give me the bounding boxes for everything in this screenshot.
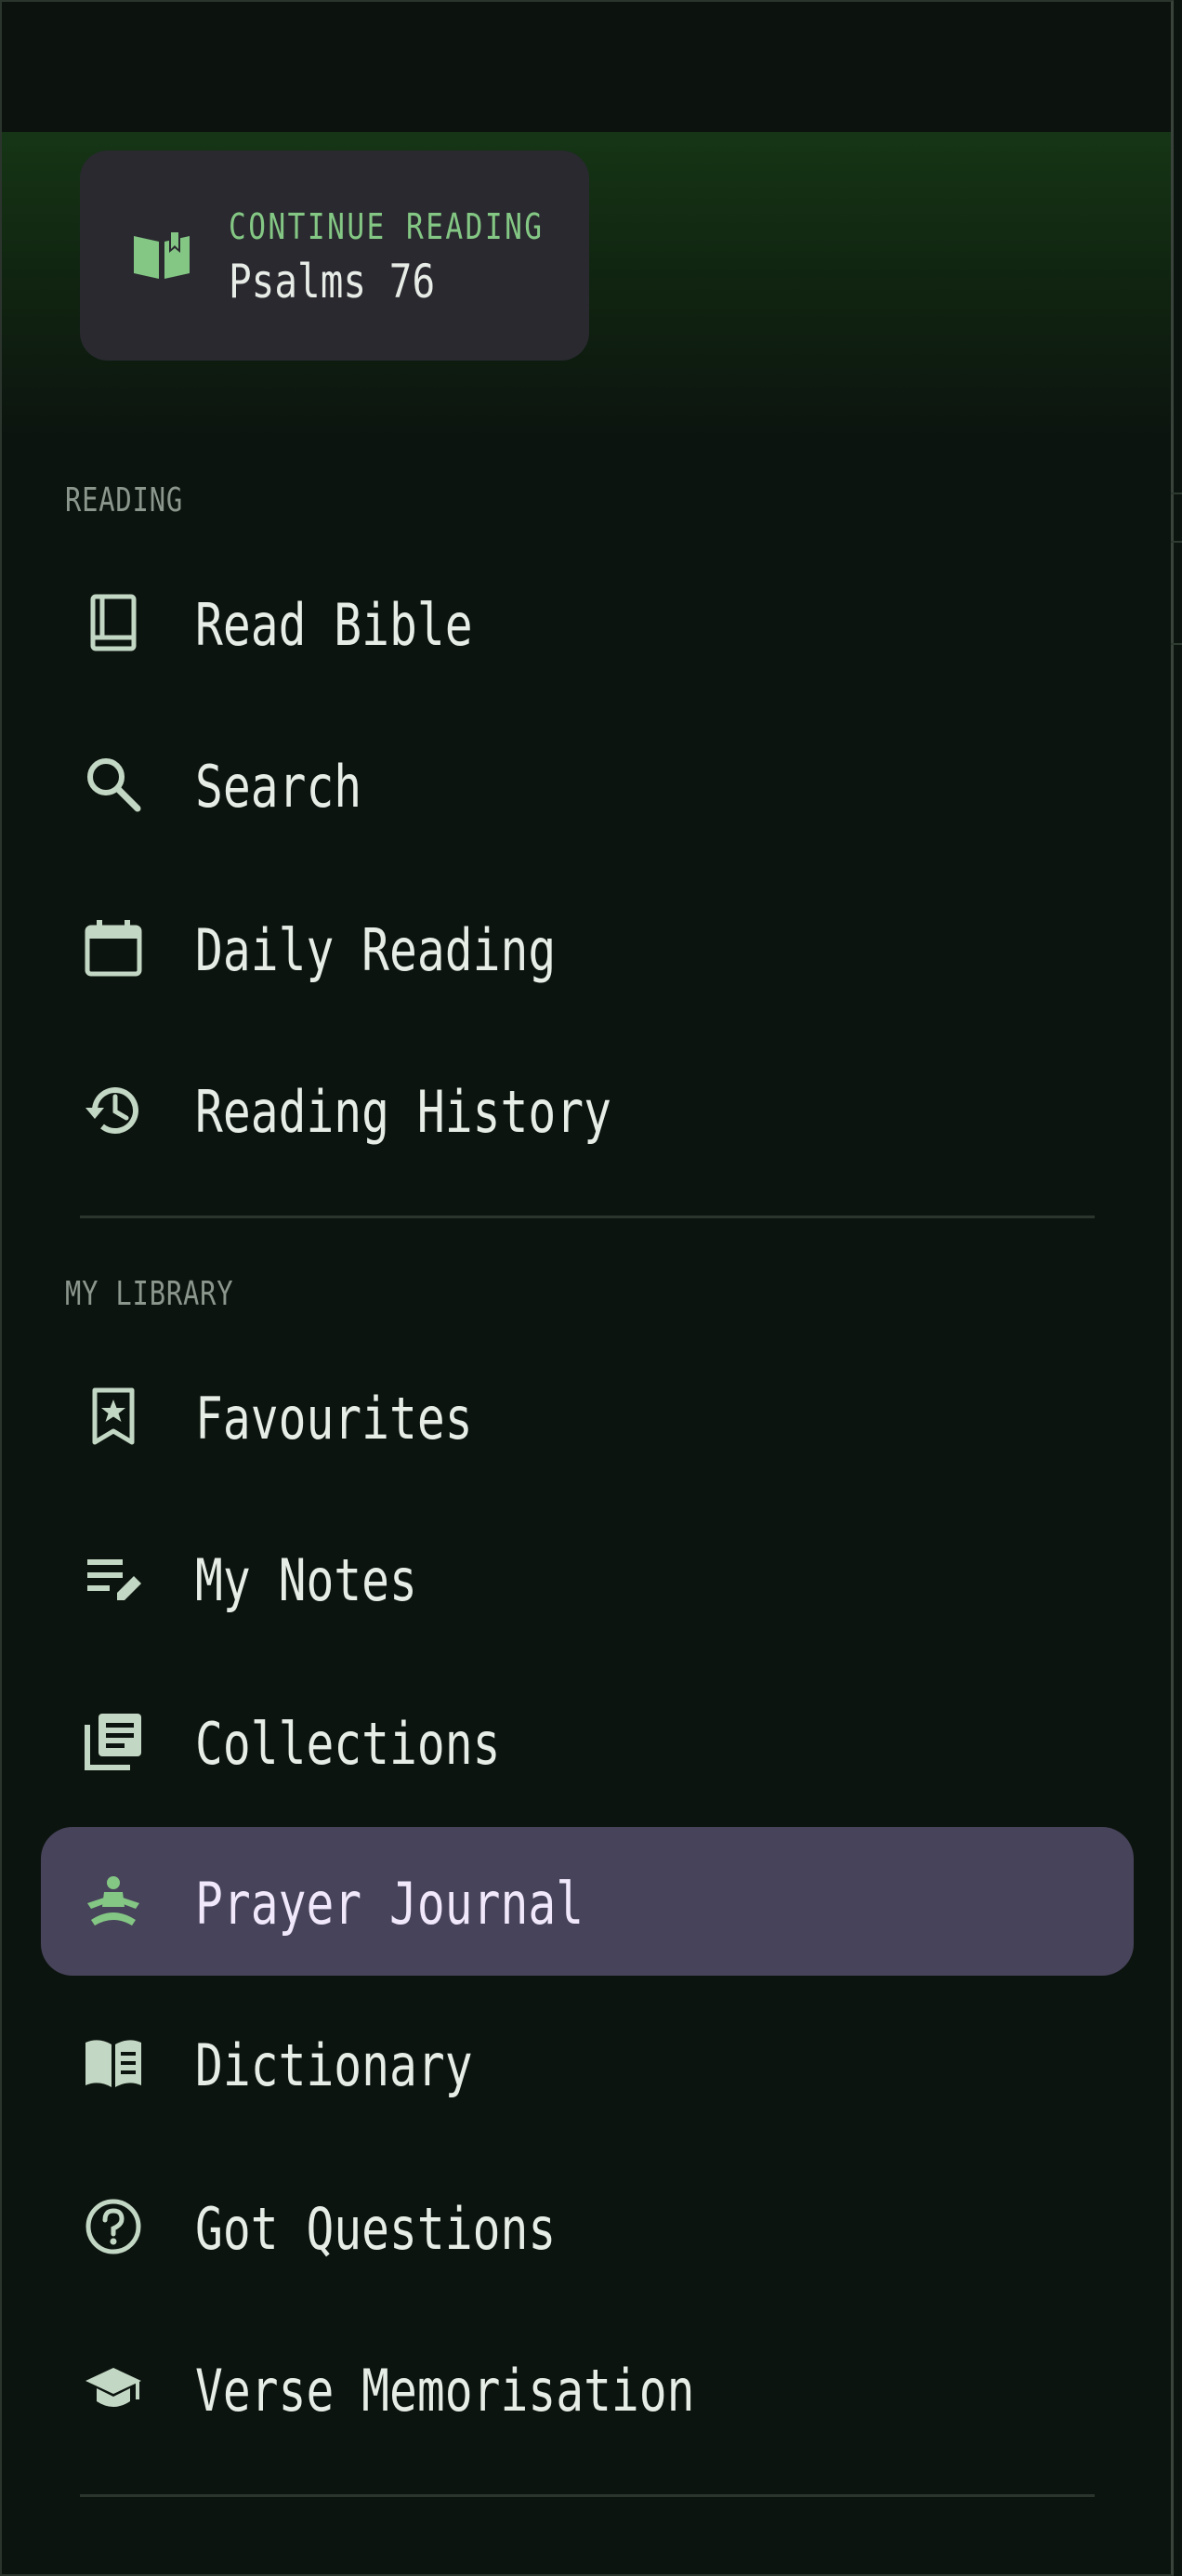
nav-item-reading-history[interactable]: Reading History [41,1035,1134,1184]
nav-item-daily-reading[interactable]: Daily Reading [41,874,1134,1022]
meditation-icon [87,1876,139,1925]
edit-note-icon [87,1559,141,1600]
search-icon [87,758,141,812]
background-content-edge [1171,493,1182,494]
nav-item-search[interactable]: Search [41,710,1134,859]
open-book-icon [134,230,190,279]
nav-label-search: Search [195,753,362,821]
nav-label-collections: Collections [195,1710,501,1778]
bookmark-star-icon [92,1387,135,1445]
section-divider [80,2494,1095,2497]
nav-item-favourites[interactable]: Favourites [41,1342,1134,1491]
nav-label-prayer-journal: Prayer Journal [195,1870,584,1938]
navigation-drawer: CONTINUE READING Psalms 76 READING Read … [0,0,1174,2576]
nav-item-got-questions[interactable]: Got Questions [41,2152,1134,2301]
nav-label-dictionary: Dictionary [195,2031,473,2099]
nav-label-read-bible: Read Bible [195,591,473,659]
nav-label-reading-history: Reading History [195,1078,611,1146]
history-icon [85,1087,138,1134]
nav-item-verse-memorisation[interactable]: Verse Memorisation [41,2314,1134,2463]
background-content-edge [1171,541,1182,543]
nav-item-my-notes[interactable]: My Notes [41,1504,1134,1652]
section-header-my-library: MY LIBRARY [65,1275,234,1313]
section-header-reading: READING [65,481,183,519]
menu-book-icon [85,2040,141,2087]
nav-item-prayer-journal[interactable]: Prayer Journal [41,1827,1134,1976]
nav-item-collections[interactable]: Collections [41,1667,1134,1816]
nav-label-my-notes: My Notes [195,1546,417,1614]
status-bar [2,2,1171,132]
calendar-icon [85,920,142,977]
library-books-icon [85,1714,141,1770]
nav-label-verse-memorisation: Verse Memorisation [195,2357,695,2425]
help-circle-icon [85,2199,141,2254]
continue-reading-card[interactable]: CONTINUE READING Psalms 76 [80,151,589,361]
nav-item-dictionary[interactable]: Dictionary [41,1989,1134,2137]
continue-reading-title: Psalms 76 [229,255,436,309]
nav-label-got-questions: Got Questions [195,2195,557,2263]
nav-label-favourites: Favourites [195,1385,473,1452]
book-icon [90,594,137,651]
continue-reading-label: CONTINUE READING [229,206,545,247]
nav-item-read-bible[interactable]: Read Bible [41,548,1134,697]
background-content-edge [1171,643,1182,645]
nav-label-daily-reading: Daily Reading [195,916,557,984]
school-icon [85,2368,141,2407]
section-divider [80,1216,1095,1218]
